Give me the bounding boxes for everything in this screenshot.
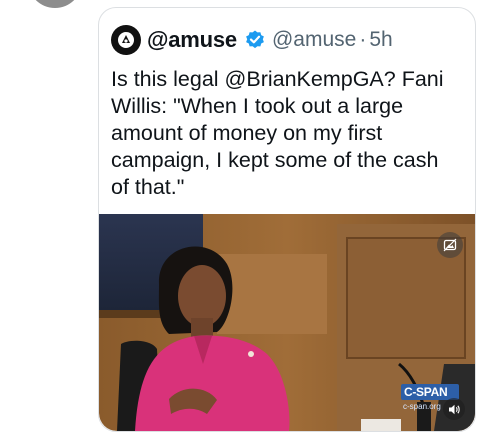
picture-toggle-icon — [443, 238, 457, 252]
tweet-text-line: campaign, I kept some of the cash — [111, 148, 439, 172]
previous-avatar[interactable] — [28, 0, 82, 8]
author-handle[interactable]: @amuse — [272, 28, 356, 52]
tweet-header: @amuse @amuse · 5h — [111, 24, 463, 56]
verified-badge-icon — [246, 30, 264, 49]
tweet-text-line: amount of money on my first — [111, 121, 383, 145]
author-display-name[interactable]: @amuse — [147, 27, 237, 53]
speaker-icon — [448, 404, 460, 414]
amuse-logo-icon — [118, 32, 134, 48]
tweet-video[interactable]: C-SPAN c-span.org — [99, 214, 475, 431]
tweet-text-line: of that." — [111, 175, 185, 199]
header-separator: · — [359, 28, 367, 51]
tweet-card[interactable]: @amuse @amuse · 5h Is this legal @BrianK… — [98, 7, 476, 432]
mute-toggle-button[interactable] — [443, 398, 465, 420]
author-avatar[interactable] — [111, 25, 141, 55]
media-settings-button[interactable] — [437, 232, 463, 258]
tweet-timestamp[interactable]: 5h — [369, 28, 392, 52]
tweet-text: Is this legal @BrianKempGA? Fani Willis:… — [111, 66, 463, 201]
tweet-text-line: Is this legal @BrianKempGA? Fani — [111, 67, 444, 91]
tweet-text-line: Willis: "When I took out a large — [111, 94, 404, 118]
